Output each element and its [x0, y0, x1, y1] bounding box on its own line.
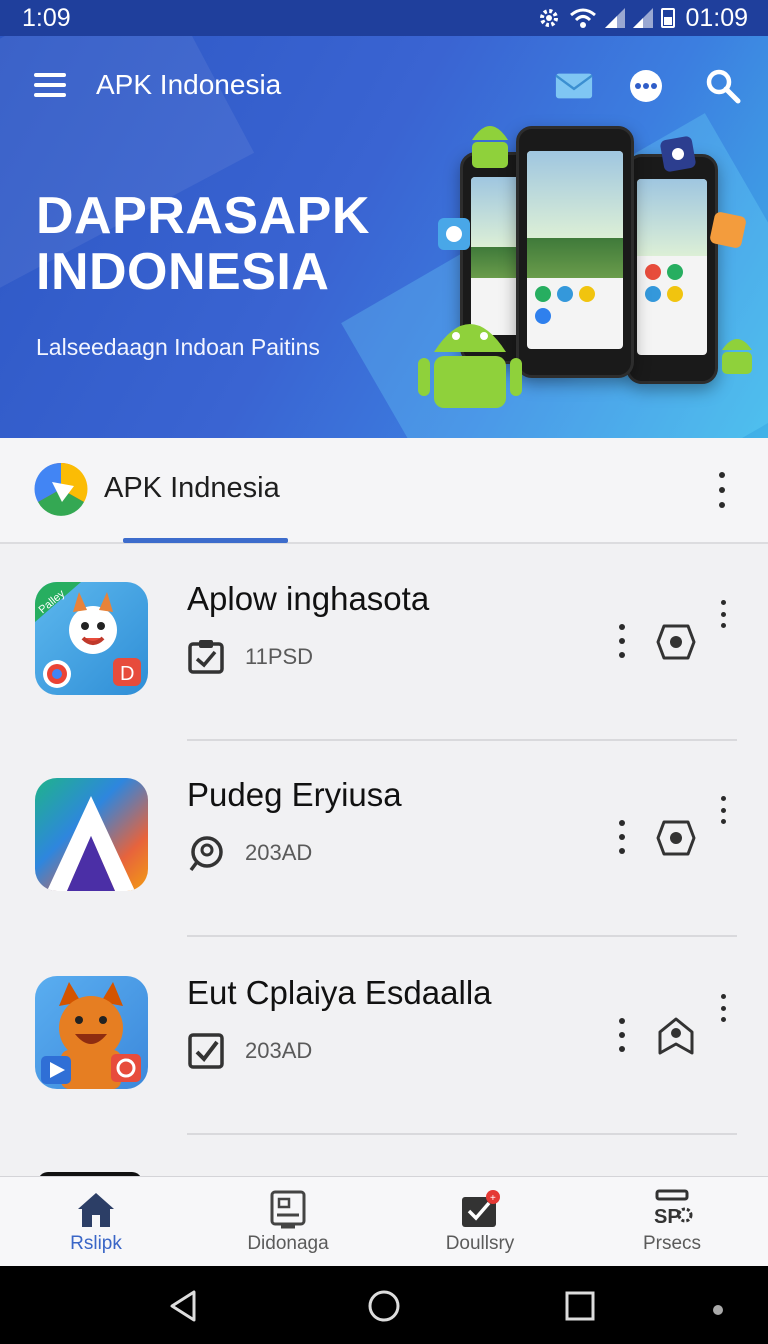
- status-icons: [537, 6, 676, 30]
- nav-item-settings[interactable]: SP Prsecs: [576, 1177, 768, 1266]
- app-size: 11PSD: [245, 644, 314, 669]
- app-name: Pudeg Eryiusa: [187, 776, 402, 813]
- tab-indicator: [123, 538, 288, 543]
- app-list: D Palley Aplow inghasota 11PSD Pudeg Ery…: [0, 546, 768, 1176]
- nav-item-home[interactable]: Rslipk: [0, 1177, 192, 1266]
- app-title: APK Indonesia: [96, 69, 282, 100]
- section-overflow-menu[interactable]: [708, 472, 736, 508]
- chat-bubble-icon: [189, 836, 223, 872]
- calendar-check-icon: +: [462, 1189, 500, 1227]
- wifi-icon: [570, 8, 597, 28]
- clipboard-check-icon: [188, 640, 224, 674]
- music-app-icon: [660, 136, 696, 172]
- svg-text:+: +: [490, 1193, 496, 1204]
- menu-button[interactable]: [34, 73, 66, 97]
- app-meta: 203AD: [187, 1032, 312, 1070]
- phone-screen: [637, 179, 707, 355]
- apk-logo-icon: [34, 462, 88, 516]
- app-meta: 203AD: [187, 834, 312, 872]
- android-small-icon: [472, 126, 508, 168]
- settings-icon-text: SP: [654, 1206, 681, 1228]
- app-meta: 11PSD: [187, 638, 313, 676]
- home-shield-icon[interactable]: [656, 1016, 696, 1056]
- list-item[interactable]: Pudeg Eryiusa 203AD: [0, 742, 768, 938]
- status-right: 01:09: [537, 4, 748, 33]
- app-name: Aplow inghasota: [187, 580, 430, 617]
- android-mascot-icon: [418, 324, 522, 408]
- section-title: APK Indnesia: [104, 472, 280, 504]
- hero-banner: APK Indonesia DAPRASAPK INDONESIA Lalsee…: [0, 36, 768, 438]
- nav-label: Prsecs: [642, 1232, 702, 1254]
- list-item[interactable]: Eut Cplaiya Esdaalla 203AD: [0, 940, 768, 1136]
- menu-icon-bar: [34, 93, 66, 97]
- divider: [187, 1133, 737, 1135]
- status-bar: 1:09 01:09: [0, 0, 768, 36]
- signal-icon: [605, 8, 626, 28]
- item-corner-menu[interactable]: [712, 994, 734, 1022]
- divider: [187, 935, 737, 937]
- divider: [187, 739, 737, 741]
- nav-item-downloads[interactable]: Didonaga: [192, 1177, 384, 1266]
- phone-center: [516, 126, 634, 378]
- bird-app-icon: [438, 218, 470, 250]
- signal-icon-2: [633, 8, 654, 28]
- phone-screen: [527, 151, 623, 349]
- app-size: 203AD: [245, 840, 313, 865]
- home-circle-icon[interactable]: [366, 1288, 402, 1324]
- orange-app-icon: [710, 212, 746, 248]
- status-time-left: 1:09: [22, 3, 71, 32]
- menu-icon-bar: [34, 73, 66, 77]
- banner-subtitle: Lalseedaagn Indoan Paitins: [36, 334, 320, 360]
- nav-label: Didonaga: [247, 1232, 329, 1254]
- back-icon[interactable]: [166, 1288, 202, 1324]
- fox-mascot-icon: [41, 982, 141, 1089]
- svg-text:D: D: [120, 663, 134, 685]
- checkbox-icon: [188, 1033, 224, 1069]
- system-navigation-bar: [0, 1266, 768, 1344]
- item-corner-menu[interactable]: [712, 796, 734, 824]
- banner-headline: DAPRASAPK INDONESIA: [36, 187, 370, 301]
- item-more-button[interactable]: [610, 1018, 634, 1052]
- app-name: Eut Cplaiya Esdaalla: [187, 974, 492, 1011]
- dot-indicator-icon: [713, 1305, 723, 1315]
- battery-icon: [661, 8, 676, 28]
- nav-label: Doullsry: [445, 1232, 515, 1254]
- item-more-button[interactable]: [610, 820, 634, 854]
- recents-icon[interactable]: [562, 1288, 598, 1324]
- arrow-logo-icon: [47, 796, 135, 891]
- menu-icon-bar: [34, 83, 66, 87]
- list-item[interactable]: D Palley Aplow inghasota 11PSD: [0, 546, 768, 742]
- app-icon: D Palley: [35, 582, 148, 695]
- item-corner-menu[interactable]: [712, 600, 734, 628]
- camera-icon[interactable]: [656, 818, 696, 858]
- android-small-icon-2: [722, 339, 752, 374]
- camera-icon[interactable]: [656, 622, 696, 662]
- nav-item-updates[interactable]: + Doullsry: [384, 1177, 576, 1266]
- app-size: 203AD: [245, 1038, 313, 1063]
- home-icon: [78, 1192, 114, 1227]
- phones-illustration: [410, 92, 768, 432]
- app-icon: [35, 976, 148, 1089]
- settings-sp-icon: SP: [654, 1189, 693, 1228]
- nav-label: Rslipk: [70, 1232, 122, 1254]
- app-icon: [35, 778, 148, 891]
- status-time-right: 01:09: [685, 3, 748, 32]
- bottom-navigation: Rslipk Didonaga + Doullsry SP Prsecs: [0, 1176, 768, 1266]
- settings-gear-icon: [540, 9, 559, 27]
- image-frame-icon: [270, 1190, 306, 1228]
- item-more-button[interactable]: [610, 624, 634, 658]
- phone-right: [626, 154, 718, 384]
- section-header: APK Indnesia: [0, 438, 768, 544]
